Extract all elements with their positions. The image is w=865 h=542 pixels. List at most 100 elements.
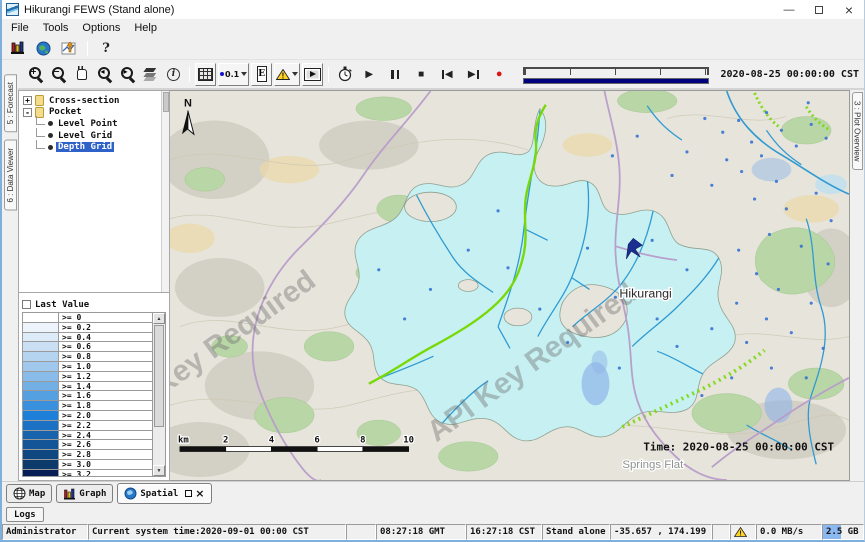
zoom-previous-button[interactable]: ◂ — [94, 63, 115, 86]
svg-text:2: 2 — [223, 436, 228, 446]
panel-tab-forecast[interactable]: 5 : Forecast — [4, 74, 17, 132]
magnifier-back-icon: ◂ — [97, 66, 113, 82]
map-view[interactable]: API Key Required API Key Required N km — [170, 90, 850, 481]
menu-item[interactable]: Options — [75, 21, 127, 35]
status-memory: 2.5 GB — [822, 524, 864, 540]
town-label: Hikurangi — [619, 286, 671, 300]
animation-export-button[interactable] — [302, 63, 323, 86]
zoom-next-button[interactable]: ▸ — [117, 63, 138, 86]
time-slider[interactable] — [521, 63, 710, 85]
class-threshold-dropdown[interactable]: 0.1 — [218, 63, 249, 86]
scroll-up-icon[interactable]: ▲ — [153, 313, 165, 324]
legend-row-label: >= 3.0 — [59, 460, 152, 469]
legend-color-swatch — [23, 431, 59, 440]
legend-row-label: >= 0 — [59, 313, 152, 322]
legend-row: >= 1.8 — [23, 401, 152, 411]
info-button[interactable]: i — [163, 63, 184, 86]
tree-node-icon — [48, 133, 53, 138]
skip-bar-icon — [477, 70, 479, 79]
help-button[interactable]: ? — [95, 39, 117, 58]
logs-button[interactable]: Logs — [6, 507, 44, 522]
grid-display-button[interactable] — [195, 63, 216, 86]
status-warning[interactable]: ! — [730, 524, 756, 540]
toolbar-separator — [328, 67, 329, 82]
database-viewer-button[interactable] — [6, 39, 28, 58]
panel-tab-plot-overview[interactable]: 3 : Plot Overview — [852, 92, 863, 170]
record-button[interactable]: ● — [487, 63, 511, 86]
time-slider-range-bar[interactable] — [523, 78, 708, 84]
status-system-time: Current system time:2020-09-01 00:00 CST — [88, 524, 346, 540]
maximize-button[interactable] — [804, 0, 834, 19]
legend-row-label: >= 0.6 — [59, 342, 152, 351]
magnifier-forward-icon: ▸ — [120, 66, 136, 82]
legend-row-label: >= 3.2 — [59, 470, 152, 476]
legend-color-swatch — [23, 440, 59, 449]
tree-expander[interactable]: + — [23, 96, 32, 105]
tree-item[interactable]: + Cross-section — [23, 95, 161, 107]
legend-scrollbar[interactable]: ▲ ▼ — [152, 313, 165, 476]
tab-close-icon[interactable]: × — [195, 489, 204, 498]
tab-maximize-icon[interactable] — [185, 490, 192, 497]
hand-icon — [77, 69, 87, 80]
grid-icon — [198, 68, 213, 81]
magnifier-plus-icon: + — [28, 66, 44, 82]
stop-button[interactable]: ■ — [409, 63, 433, 86]
status-spacer — [712, 524, 730, 540]
legend-row-label: >= 1.2 — [59, 372, 152, 381]
minimize-button[interactable]: — — [774, 0, 804, 19]
warning-layer-button[interactable]: ! — [274, 63, 300, 86]
tree-expander[interactable]: - — [23, 108, 32, 117]
legend-color-swatch — [23, 352, 59, 361]
last-value-checkbox[interactable] — [22, 300, 31, 309]
left-tab-strip: 5 : Forecast 6 : Data Viewer — [2, 60, 18, 481]
legend-color-swatch — [23, 401, 59, 410]
menu-item[interactable]: Help — [127, 21, 164, 35]
scale-legend-button[interactable]: E — [251, 63, 272, 86]
status-download-speed: 0.0 MB/s — [756, 524, 822, 540]
window-title: Hikurangi FEWS (Stand alone) — [24, 4, 174, 16]
legend-color-swatch — [23, 460, 59, 469]
legend-row: >= 0.2 — [23, 323, 152, 333]
plot-display-button[interactable] — [58, 39, 80, 58]
logs-bar: Logs — [2, 505, 864, 524]
scroll-down-icon[interactable]: ▼ — [153, 465, 165, 476]
status-gmt-time: 08:27:18 GMT — [376, 524, 466, 540]
layers-panel: + Cross-section - Pocket — [18, 90, 170, 481]
application-window: Hikurangi FEWS (Stand alone) — × FileToo… — [0, 0, 865, 542]
skip-to-end-button[interactable]: ▶ — [461, 63, 485, 86]
menu-item[interactable]: Tools — [36, 21, 76, 35]
legend-row-label: >= 0.2 — [59, 323, 152, 332]
close-button[interactable]: × — [834, 0, 864, 19]
main-toolbar: ? — [2, 37, 864, 60]
animation-timer-button[interactable] — [334, 63, 355, 86]
magnifier-minus-icon: − — [51, 66, 67, 82]
tab-map[interactable]: Map — [6, 484, 52, 503]
pause-button[interactable] — [383, 63, 407, 86]
tab-graph[interactable]: Graph — [56, 484, 113, 503]
tree-item[interactable]: Depth Grid — [23, 141, 161, 153]
tab-spatial[interactable]: Spatial × — [117, 483, 211, 504]
legend-row-label: >= 2.6 — [59, 440, 152, 449]
play-button[interactable]: ▶ — [357, 63, 381, 86]
pan-button[interactable] — [71, 63, 92, 86]
spatial-display-button[interactable] — [32, 39, 54, 58]
legend-row: >= 0.8 — [23, 352, 152, 362]
map-toolbar: + − ◂ ▸ i 0.1 E ! — [18, 60, 864, 90]
layers-button[interactable] — [140, 63, 161, 86]
menu-bar: FileToolsOptionsHelp — [2, 19, 864, 37]
tree-node-icon — [35, 95, 44, 106]
legend-row-label: >= 1.0 — [59, 362, 152, 371]
skip-bar-icon — [442, 70, 444, 79]
skip-to-start-button[interactable]: ◀ — [435, 63, 459, 86]
menu-item[interactable]: File — [4, 21, 36, 35]
legend-table: >= 0 >= 0.2 — [22, 312, 166, 477]
legend-color-swatch — [23, 313, 59, 322]
zoom-out-button[interactable]: − — [48, 63, 69, 86]
scrollbar-thumb[interactable] — [154, 325, 164, 427]
zoom-in-button[interactable]: + — [25, 63, 46, 86]
tree-scrollbar[interactable] — [161, 91, 169, 292]
panel-tab-data-viewer[interactable]: 6 : Data Viewer — [4, 140, 17, 211]
tree-node-icon — [48, 145, 53, 150]
blue-globe-icon — [124, 487, 137, 500]
chevron-down-icon — [292, 72, 298, 76]
